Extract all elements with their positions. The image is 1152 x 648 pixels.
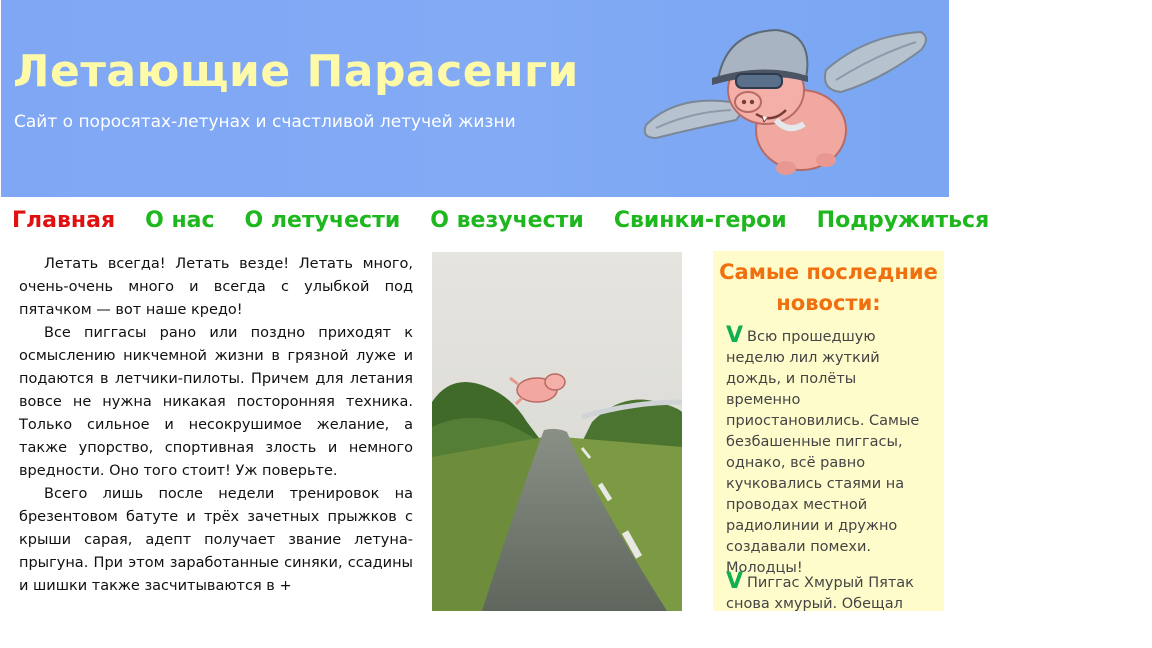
main-nav: Главная О нас О летучести О везучести Св…: [12, 205, 1019, 239]
nav-link-flying[interactable]: О летучести: [245, 205, 401, 239]
news-item-text: Пиггас Хмурый Пятак снова хмурый. Обещал…: [726, 575, 914, 611]
news-item-text: Всю прошедшую неделю лил жуткий дождь, и…: [726, 329, 920, 576]
article-paragraph: Летать всегда! Летать везде! Летать мног…: [19, 256, 413, 318]
nav-link-befriend[interactable]: Подружиться: [817, 205, 990, 239]
news-sidebar: Самые последние новости: V Всю прошедшую …: [713, 251, 944, 611]
check-icon: V: [726, 569, 744, 594]
article-paragraph: Всего лишь после недели тренировок на бр…: [19, 486, 413, 594]
nav-link-luck[interactable]: О везучести: [430, 205, 584, 239]
check-icon: V: [726, 323, 744, 348]
news-title: Самые последние новости:: [719, 260, 938, 315]
site-header: Летающие Парасенги Сайт о поросятах-лету…: [1, 0, 949, 197]
flying-pig-pilot-icon: [643, 28, 927, 175]
nav-link-about[interactable]: О нас: [145, 205, 214, 239]
news-item: V Всю прошедшую неделю лил жуткий дождь, …: [726, 325, 932, 579]
site-tagline: Сайт о поросятах-летунах и счастливой ле…: [14, 112, 516, 132]
pig-flying-over-road-photo: [432, 252, 682, 611]
article-paragraph: Все пиггасы рано или поздно приходят к о…: [19, 325, 413, 479]
news-item: V Пиггас Хмурый Пятак снова хмурый. Обеща…: [726, 569, 932, 612]
article-text: Летать всегда! Летать везде! Летать мног…: [19, 253, 413, 598]
nav-link-heroes[interactable]: Свинки-герои: [614, 205, 787, 239]
site-title[interactable]: Летающие Парасенги: [13, 46, 579, 97]
nav-link-home[interactable]: Главная: [12, 205, 115, 239]
